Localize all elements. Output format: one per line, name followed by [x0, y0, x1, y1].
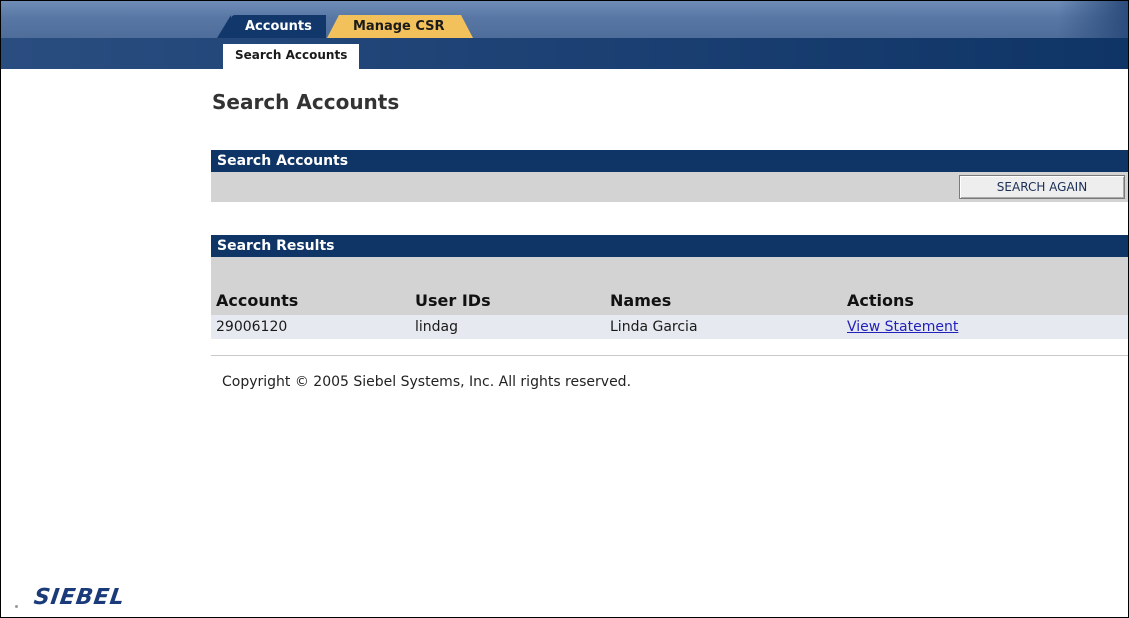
column-header-actions: Actions — [847, 291, 914, 310]
siebel-logo: SIEBEL — [32, 585, 127, 610]
subtab-search-accounts[interactable]: Search Accounts — [223, 44, 360, 70]
tab-accounts[interactable]: Accounts — [217, 15, 326, 38]
column-header-names: Names — [610, 291, 672, 310]
copyright-text: Copyright © 2005 Siebel Systems, Inc. Al… — [222, 374, 632, 390]
results-panel-header: Search Results — [211, 235, 1128, 257]
search-panel-body: SEARCH AGAIN — [211, 172, 1128, 202]
divider — [211, 355, 1128, 356]
search-panel-header: Search Accounts — [211, 150, 1128, 172]
view-statement-link[interactable]: View Statement — [847, 319, 958, 335]
top-banner — [1, 1, 1128, 38]
cell-account: 29006120 — [216, 319, 288, 335]
corner-mark — [15, 605, 18, 608]
tab-manage-csr[interactable]: Manage CSR — [327, 15, 473, 38]
search-again-button[interactable]: SEARCH AGAIN — [959, 175, 1125, 199]
column-header-user-ids: User IDs — [415, 291, 491, 310]
column-header-accounts: Accounts — [216, 291, 299, 310]
nav-bar — [1, 38, 1128, 69]
results-table-header: Accounts User IDs Names Actions — [211, 257, 1128, 315]
table-row: 29006120 lindag Linda Garcia View Statem… — [211, 315, 1128, 339]
cell-user-id: lindag — [415, 319, 459, 335]
page-title: Search Accounts — [212, 90, 400, 114]
cell-name: Linda Garcia — [610, 319, 698, 335]
